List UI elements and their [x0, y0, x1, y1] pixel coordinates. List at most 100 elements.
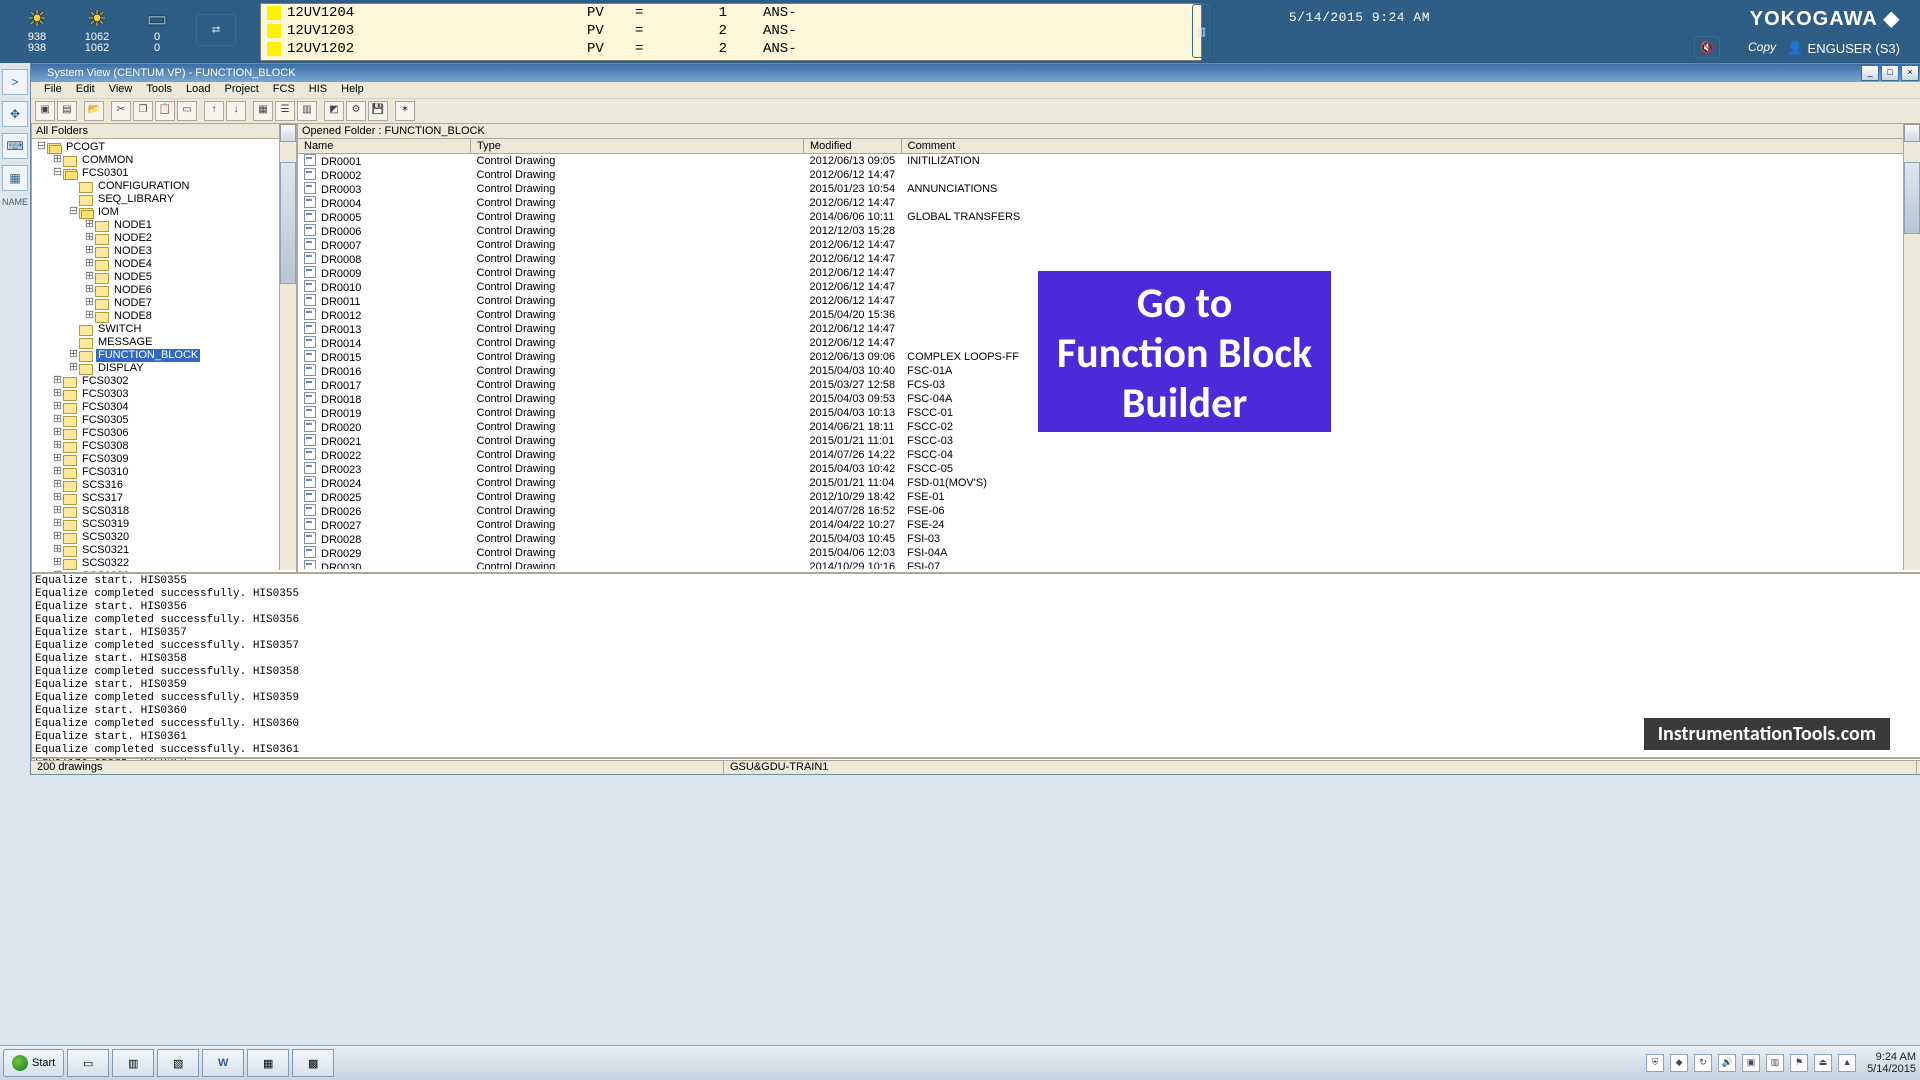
- start-button[interactable]: Start: [3, 1049, 64, 1077]
- sidestrip-crosshair-icon[interactable]: ✥: [2, 101, 28, 127]
- sidestrip-grid-icon[interactable]: ▦: [2, 165, 28, 191]
- tree-node[interactable]: ⊞FCS0308: [34, 440, 294, 453]
- expand-icon[interactable]: ⊞: [52, 505, 63, 518]
- file-row[interactable]: DR0007Control Drawing2012/06/12 14:47: [298, 238, 1920, 252]
- expand-icon[interactable]: ⊞: [84, 219, 95, 232]
- expand-icon[interactable]: ⊞: [52, 427, 63, 440]
- menu-file[interactable]: File: [37, 82, 69, 98]
- menu-view[interactable]: View: [102, 82, 140, 98]
- tree-node[interactable]: ⊞FCS0303: [34, 388, 294, 401]
- expand-icon[interactable]: ⊞: [84, 245, 95, 258]
- tray-sync-icon[interactable]: ↻: [1694, 1054, 1712, 1072]
- tree-node[interactable]: ⊞FCS0304: [34, 401, 294, 414]
- alarm-row[interactable]: 12UV1202PV=2ANS-: [261, 40, 1201, 58]
- tray-app1-icon[interactable]: ▣: [1742, 1054, 1760, 1072]
- expand-icon[interactable]: ⊞: [52, 466, 63, 479]
- column-name[interactable]: Name: [298, 139, 471, 154]
- taskbar-app-6[interactable]: ▩: [292, 1049, 334, 1077]
- title-bar[interactable]: System View (CENTUM VP) - FUNCTION_BLOCK…: [31, 64, 1920, 82]
- tool-copy-icon[interactable]: ❐: [133, 101, 153, 121]
- tool-large-icon[interactable]: ▦: [253, 101, 273, 121]
- tree-node[interactable]: ⊞FCS0309: [34, 453, 294, 466]
- tree-node[interactable]: ⊞NODE5: [34, 271, 294, 284]
- expand-icon[interactable]: ⊞: [84, 284, 95, 297]
- expand-icon[interactable]: ⊞: [84, 232, 95, 245]
- link-icon[interactable]: ⮂: [196, 14, 236, 46]
- tray-more-icon[interactable]: ▲: [1838, 1054, 1856, 1072]
- file-row[interactable]: DR0008Control Drawing2012/06/12 14:47: [298, 252, 1920, 266]
- tree-node[interactable]: ⊞SCS316: [34, 479, 294, 492]
- tree-node[interactable]: ⊞COMMON: [34, 154, 294, 167]
- copy-button[interactable]: Copy: [1748, 40, 1776, 54]
- taskbar-app-3[interactable]: ▧: [157, 1049, 199, 1077]
- maximize-button[interactable]: □: [1881, 65, 1899, 81]
- file-row[interactable]: DR0025Control Drawing2012/10/29 18:42FSE…: [298, 490, 1920, 504]
- tool-paste-icon[interactable]: 📋: [155, 101, 175, 121]
- expand-icon[interactable]: ⊞: [84, 271, 95, 284]
- tree-node[interactable]: ⊞FCS0305: [34, 414, 294, 427]
- tree-node[interactable]: ⊞NODE6: [34, 284, 294, 297]
- tool-list-icon[interactable]: ☰: [275, 101, 295, 121]
- menu-help[interactable]: Help: [334, 82, 371, 98]
- tool-del-icon[interactable]: ▭: [177, 101, 197, 121]
- alarm-scroll[interactable]: ▥: [1192, 4, 1210, 58]
- tray-app2-icon[interactable]: ▥: [1766, 1054, 1784, 1072]
- tree-node[interactable]: ⊞NODE8: [34, 310, 294, 323]
- taskbar-app-4[interactable]: W: [202, 1049, 244, 1077]
- file-row[interactable]: DR0026Control Drawing2014/07/28 16:52FSE…: [298, 504, 1920, 518]
- tray-vol-icon[interactable]: 🔊: [1718, 1054, 1736, 1072]
- file-row[interactable]: DR0024Control Drawing2015/01/21 11:04FSD…: [298, 476, 1920, 490]
- tree-node[interactable]: ⊞NODE1: [34, 219, 294, 232]
- tool-1-icon[interactable]: ▣: [35, 101, 55, 121]
- menu-tools[interactable]: Tools: [139, 82, 179, 98]
- tree-node[interactable]: ⊞NODE7: [34, 297, 294, 310]
- tool-prop-icon[interactable]: ◩: [324, 101, 344, 121]
- file-row[interactable]: DR0003Control Drawing2015/01/23 10:54ANN…: [298, 182, 1920, 196]
- expand-icon[interactable]: ⊞: [68, 362, 79, 375]
- close-button[interactable]: ×: [1901, 65, 1919, 81]
- tree-node[interactable]: ⊞FCS0302: [34, 375, 294, 388]
- expand-icon[interactable]: ⊟: [68, 206, 79, 219]
- tray-safe-icon[interactable]: ⏏: [1814, 1054, 1832, 1072]
- tree-node[interactable]: ⊞SCS317: [34, 492, 294, 505]
- tree-node[interactable]: ⊞NODE3: [34, 245, 294, 258]
- expand-icon[interactable]: ⊞: [52, 492, 63, 505]
- expand-icon[interactable]: ⊞: [52, 518, 63, 531]
- tree-scrollbar[interactable]: [279, 124, 296, 570]
- expand-icon[interactable]: ⊞: [68, 349, 79, 362]
- expand-icon[interactable]: ⊞: [52, 531, 63, 544]
- expand-icon[interactable]: ⊞: [52, 401, 63, 414]
- expand-icon[interactable]: ⊞: [52, 388, 63, 401]
- expand-icon[interactable]: ⊞: [84, 310, 95, 323]
- tree-node[interactable]: ⊞FCS0310: [34, 466, 294, 479]
- taskbar-app-1[interactable]: ▭: [67, 1049, 109, 1077]
- file-row[interactable]: DR0027Control Drawing2014/04/22 10:27FSE…: [298, 518, 1920, 532]
- expand-icon[interactable]: ⊟: [36, 141, 47, 154]
- file-row[interactable]: DR0004Control Drawing2012/06/12 14:47: [298, 196, 1920, 210]
- tree-node[interactable]: ⊞SCS0321: [34, 544, 294, 557]
- alarm-panel[interactable]: 12UV1204PV=1ANS-12UV1203PV=2ANS-12UV1202…: [260, 3, 1202, 61]
- tree-node[interactable]: CONFIGURATION: [34, 180, 294, 193]
- file-row[interactable]: DR0030Control Drawing2014/10/29 10:16FSI…: [298, 560, 1920, 569]
- folder-tree-pane[interactable]: All Folders ⊟PCOGT⊞COMMON⊟FCS0301CONFIGU…: [31, 123, 297, 573]
- expand-icon[interactable]: ⊞: [52, 479, 63, 492]
- file-row[interactable]: DR0001Control Drawing2012/06/13 09:05INI…: [298, 154, 1920, 169]
- message-log-pane[interactable]: Equalize start. HIS0355Equalize complete…: [31, 573, 1920, 761]
- file-row[interactable]: DR0005Control Drawing2014/06/06 10:11GLO…: [298, 210, 1920, 224]
- tree-node[interactable]: ⊞NODE4: [34, 258, 294, 271]
- tree-node[interactable]: ⊞SCS0320: [34, 531, 294, 544]
- tree-node[interactable]: ⊞SCS0318: [34, 505, 294, 518]
- file-row[interactable]: DR0002Control Drawing2012/06/12 14:47: [298, 168, 1920, 182]
- file-row[interactable]: DR0022Control Drawing2014/07/26 14:22FSC…: [298, 448, 1920, 462]
- expand-icon[interactable]: ⊞: [52, 544, 63, 557]
- menu-his[interactable]: HIS: [302, 82, 334, 98]
- tool-cut-icon[interactable]: ✂: [111, 101, 131, 121]
- menu-project[interactable]: Project: [218, 82, 266, 98]
- menu-load[interactable]: Load: [179, 82, 217, 98]
- tree-node[interactable]: ⊞FUNCTION_BLOCK: [34, 349, 294, 362]
- column-comment[interactable]: Comment: [901, 139, 1919, 154]
- tool-misc-icon[interactable]: ✶: [395, 101, 415, 121]
- user-indicator[interactable]: 👤 ENGUSER (S3): [1787, 40, 1900, 56]
- expand-icon[interactable]: ⊞: [52, 414, 63, 427]
- tray-net-icon[interactable]: ◆: [1670, 1054, 1688, 1072]
